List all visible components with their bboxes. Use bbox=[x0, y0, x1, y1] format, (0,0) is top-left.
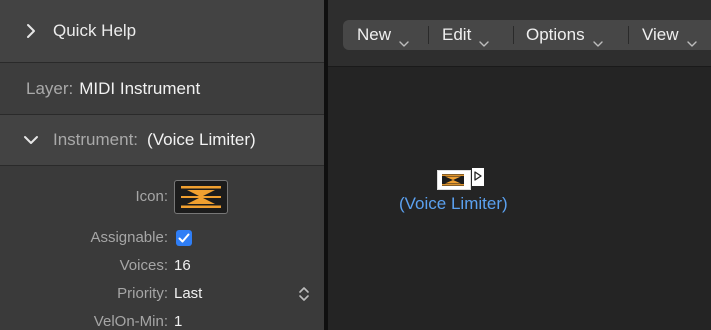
param-row-velon-min: VelOn-Min: 1 bbox=[0, 308, 324, 330]
disclosure-triangle[interactable] bbox=[22, 0, 40, 62]
new-menu-label: New bbox=[357, 25, 392, 44]
param-label-assignable: Assignable: bbox=[90, 229, 168, 246]
voice-limiter-icon bbox=[181, 185, 221, 209]
instrument-section[interactable]: Instrument: (Voice Limiter) bbox=[0, 115, 324, 166]
velon-min-value[interactable]: 1 bbox=[174, 308, 182, 330]
chevron-down-icon bbox=[399, 32, 409, 47]
output-port-icon[interactable] bbox=[472, 168, 484, 186]
param-label-velon-min: VelOn-Min: bbox=[93, 313, 168, 330]
assignable-checkbox[interactable] bbox=[176, 230, 192, 246]
icon-picker-button[interactable] bbox=[174, 180, 228, 214]
param-row-priority: Priority: Last bbox=[0, 280, 324, 308]
layer-section: Layer: MIDI Instrument bbox=[0, 63, 324, 115]
param-label-voices: Voices: bbox=[119, 257, 168, 274]
priority-value[interactable]: Last bbox=[174, 280, 202, 308]
param-row-voices: Voices: 16 bbox=[0, 252, 324, 280]
layer-label: Layer: bbox=[26, 78, 74, 98]
inspector-panel: Quick Help Layer: MIDI Instrument Instru… bbox=[0, 0, 324, 330]
layer-row: Layer: MIDI Instrument bbox=[26, 63, 200, 114]
options-menu-button[interactable]: Options bbox=[526, 20, 603, 50]
edit-menu-label: Edit bbox=[442, 25, 472, 44]
edit-menu-button[interactable]: Edit bbox=[442, 20, 489, 50]
param-label-icon: Icon: bbox=[135, 188, 168, 205]
view-menu-button[interactable]: View bbox=[642, 20, 697, 50]
instrument-header: Instrument: (Voice Limiter) bbox=[53, 115, 256, 165]
chevron-down-icon bbox=[686, 32, 697, 47]
instrument-parameters: Icon: Assignable: Voices: 16 Priority: L… bbox=[0, 166, 324, 330]
voices-value[interactable]: 16 bbox=[174, 252, 191, 280]
menu-button-group: New Edit Options View bbox=[343, 20, 711, 50]
instrument-name[interactable]: (Voice Limiter) bbox=[147, 130, 256, 150]
toolbar-separator bbox=[428, 26, 429, 44]
voice-limiter-icon bbox=[442, 174, 464, 186]
voice-limiter-object[interactable] bbox=[437, 170, 471, 190]
new-menu-button[interactable]: New bbox=[357, 20, 409, 50]
toolbar-separator bbox=[513, 26, 514, 44]
layer-value[interactable]: MIDI Instrument bbox=[79, 79, 200, 99]
chevron-down-icon bbox=[479, 32, 489, 47]
instrument-label: Instrument: bbox=[53, 130, 139, 149]
updown-chevron-icon bbox=[299, 287, 309, 301]
toolbar-separator bbox=[628, 26, 629, 44]
priority-stepper[interactable] bbox=[298, 285, 310, 303]
chevron-right-icon bbox=[22, 22, 40, 40]
quick-help-title: Quick Help bbox=[53, 21, 137, 40]
param-row-assignable: Assignable: bbox=[0, 224, 324, 252]
param-label-priority: Priority: bbox=[117, 285, 168, 302]
checkmark-icon bbox=[178, 233, 190, 243]
param-row-icon: Icon: bbox=[0, 183, 324, 211]
environment-toolbar: New Edit Options View bbox=[328, 0, 711, 67]
voice-limiter-object-label[interactable]: (Voice Limiter) bbox=[399, 194, 508, 214]
environment-canvas[interactable] bbox=[328, 67, 711, 330]
view-menu-label: View bbox=[642, 25, 679, 44]
options-menu-label: Options bbox=[526, 25, 585, 44]
chevron-down-icon bbox=[22, 131, 40, 149]
disclosure-triangle[interactable] bbox=[22, 115, 40, 165]
quick-help-section[interactable]: Quick Help bbox=[0, 0, 324, 63]
chevron-down-icon bbox=[592, 32, 603, 47]
